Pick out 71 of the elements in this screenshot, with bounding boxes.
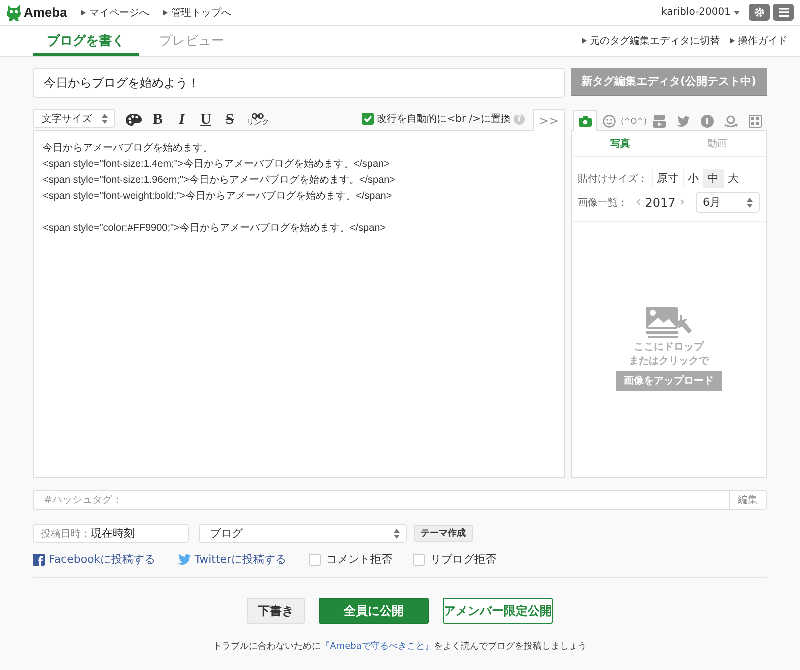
video-icon	[652, 114, 666, 128]
italic-button[interactable]: I	[171, 110, 193, 130]
hashtag-field[interactable]: #ハッシュタグ： 編集	[33, 490, 767, 510]
checkbox[interactable]	[362, 113, 374, 125]
smiley-icon	[602, 114, 616, 128]
updown-icon	[102, 114, 108, 124]
settings-icon	[754, 7, 765, 18]
caret-icon	[734, 10, 740, 14]
underline-button[interactable]: U	[195, 110, 217, 130]
create-theme-button[interactable]: テーマ作成	[414, 525, 473, 542]
arrow-icon	[582, 38, 587, 44]
image-upload-icon	[646, 307, 692, 338]
size-option[interactable]: 原寸	[652, 169, 683, 188]
guidelines-link[interactable]: 『Amebaで守るべきこと』	[321, 642, 434, 652]
checkbox[interactable]	[308, 554, 321, 566]
arrow-icon	[81, 10, 86, 16]
menu-icon	[778, 8, 788, 17]
grid-icon	[748, 114, 762, 128]
checkbox-label: リブログ拒否	[430, 552, 497, 567]
code-line: 今日からアメーバブログを始めます。	[43, 142, 214, 156]
facebook-icon	[33, 554, 45, 566]
strike-button[interactable]: S	[219, 110, 241, 130]
code-line: <span style="color:#FF9900;">今日からアメーバブログを始めます。</span>	[43, 222, 388, 236]
field-label: 画像一覧：	[578, 196, 628, 210]
edit-button[interactable]: 編集	[729, 491, 766, 509]
settings-button[interactable]	[749, 4, 770, 21]
bold-button[interactable]: B	[147, 110, 169, 130]
checkbox-label: 改行を自動的に<br />に置換	[377, 112, 511, 126]
arrow-icon	[730, 38, 735, 44]
publish-button[interactable]: 全員に公開	[319, 598, 429, 624]
camera-icon	[578, 116, 592, 126]
tab[interactable]: ブログを書く	[33, 26, 139, 56]
draft-button[interactable]: 下書き	[247, 598, 305, 624]
tab[interactable]: 写真	[572, 131, 669, 156]
code-line: <span style="font-weight:bold;">今日からアメーバブログを始めます。</span>	[43, 190, 394, 204]
bird-icon	[178, 554, 191, 565]
size-option[interactable]: 大	[723, 169, 743, 188]
updown-icon	[747, 198, 753, 208]
palette-icon	[126, 113, 142, 127]
header-link[interactable]: 操作ガイド	[730, 26, 788, 56]
code-line: <span style="font-size:1.96em;">今日からアメーバブログを始めます。</span>	[43, 174, 396, 188]
field-label: 貼付けサイズ：	[578, 172, 648, 186]
header-link[interactable]: 管理トップへ	[163, 6, 232, 20]
drop-hint: ここにドロップ	[634, 341, 704, 355]
header-link[interactable]: マイページへ	[81, 6, 150, 20]
checkbox-label: コメント拒否	[326, 552, 393, 567]
share-link[interactable]: Facebookに投稿する	[49, 552, 156, 567]
font-size-select[interactable]: 文字サイズ	[33, 109, 115, 128]
members-publish-button[interactable]: アメンバー限定公開	[443, 598, 553, 624]
checkbox[interactable]	[412, 554, 425, 566]
smile-arrow-icon	[724, 114, 738, 128]
title-field[interactable]: 今日からブログを始めよう！	[33, 68, 565, 98]
updown-icon	[394, 528, 400, 538]
chain-icon	[252, 113, 264, 120]
month-select[interactable]: 6月	[696, 192, 760, 213]
year-label: 2017	[645, 196, 676, 210]
drop-hint: またはクリックで	[629, 355, 709, 369]
size-option[interactable]: 中	[703, 169, 723, 188]
bird-icon	[676, 116, 690, 126]
media-tab[interactable]	[573, 110, 597, 131]
share-link[interactable]: Twitterに投稿する	[194, 552, 287, 567]
header-link[interactable]: 元のタグ編集エディタに切替	[582, 26, 720, 56]
menu-button[interactable]	[773, 4, 794, 21]
code-line: <span style="font-size:1.4em;">今日からアメーバブログを始めます。</span>	[43, 158, 391, 172]
logo-text[interactable]: Ameba	[24, 5, 68, 20]
mascot-icon	[6, 4, 22, 21]
arrow-icon	[163, 10, 168, 16]
username[interactable]: kariblo-20001	[662, 7, 731, 18]
round-icon	[700, 114, 714, 128]
theme-select[interactable]: ブログ	[199, 524, 407, 543]
footer-note: トラブルに合わないために『Amebaで守るべきこと』をよく読んでブログを投稿しましょう	[212, 640, 588, 653]
